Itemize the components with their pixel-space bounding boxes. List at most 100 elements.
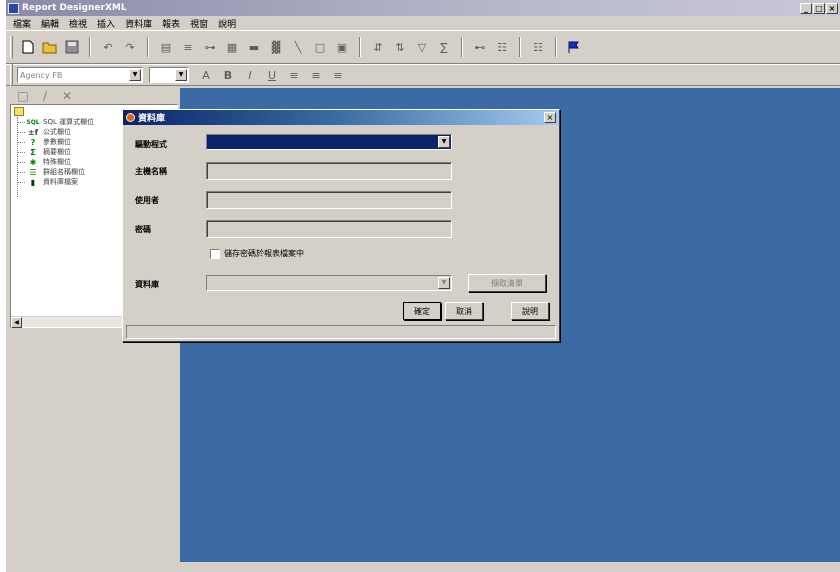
formula-icon[interactable]: ∑ [435, 38, 453, 56]
folder-icon[interactable] [14, 107, 24, 116]
toolbar-separator [89, 37, 91, 57]
insert-chart-icon[interactable]: ▓ [267, 38, 285, 56]
host-label: 主機名稱 [135, 167, 167, 176]
checkbox-box[interactable] [210, 248, 220, 259]
insert-group-icon[interactable]: ⊶ [201, 38, 219, 56]
toolbar-separator [147, 37, 149, 57]
menu-file[interactable]: 檔案 [8, 17, 36, 30]
app-icon [8, 2, 19, 14]
database-icon: ▮ [30, 177, 36, 187]
password-field[interactable] [206, 220, 452, 238]
font-color-icon[interactable]: A [197, 66, 215, 84]
filter-icon[interactable]: ▽ [413, 38, 431, 56]
line-icon[interactable]: ╲ [289, 38, 307, 56]
user-field[interactable] [206, 191, 452, 209]
menu-database[interactable]: 資料庫 [120, 17, 157, 30]
new-field-icon[interactable]: □ [14, 87, 32, 105]
driver-label: 驅動程式 [135, 140, 167, 149]
toolbar-separator [461, 37, 463, 57]
toolbar-separator [359, 37, 361, 57]
underline-icon[interactable]: U [263, 66, 281, 84]
insert-table-icon[interactable]: ▦ [223, 38, 241, 56]
help-button[interactable]: 說明 [511, 302, 549, 320]
save-password-label: 儲存密碼於報表檔案中 [224, 249, 304, 258]
font-size-select[interactable]: ▼ [149, 67, 189, 83]
host-field[interactable] [206, 162, 452, 180]
align-left-icon[interactable]: ≡ [285, 66, 303, 84]
driver-select[interactable]: ▼ [206, 134, 452, 150]
tree-item-summary[interactable]: Σ 摘要欄位 [17, 147, 71, 157]
ok-button[interactable]: 確定 [403, 302, 441, 320]
formula-field-icon: ±f [27, 127, 39, 137]
redo-icon[interactable]: ↷ [121, 38, 139, 56]
tree-item-formula[interactable]: ±f 公式欄位 [17, 127, 71, 137]
toolbar-separator [555, 37, 557, 57]
new-icon[interactable] [19, 38, 37, 56]
format-toolbar: Agency FB ▼ ▼ A B I U ≡ ≡ ≡ [6, 64, 840, 86]
font-name-select[interactable]: Agency FB ▼ [17, 67, 143, 83]
menu-help[interactable]: 說明 [213, 17, 241, 30]
sort-desc-icon[interactable]: ⇅ [391, 38, 409, 56]
tree-item-label: 摘要欄位 [43, 148, 71, 156]
scroll-left-icon[interactable]: ◀ [11, 317, 22, 328]
menu-insert[interactable]: 插入 [92, 17, 120, 30]
preview-icon[interactable]: ☷ [529, 38, 547, 56]
tree-item-sql-expression[interactable]: SQL SQL 運算式欄位 [17, 117, 94, 127]
tree-item-parameter[interactable]: ? 參數欄位 [17, 137, 71, 147]
save-icon[interactable] [63, 38, 81, 56]
menu-edit[interactable]: 編輯 [36, 17, 64, 30]
tree-item-label: 參數欄位 [43, 138, 71, 146]
italic-icon[interactable]: I [241, 66, 259, 84]
image-icon[interactable]: ▣ [333, 38, 351, 56]
dialog-title-bar: 資料庫 [123, 110, 559, 125]
tree-item-special[interactable]: ✱ 特殊欄位 [17, 157, 71, 167]
password-label: 密碼 [135, 225, 151, 234]
sql-icon: SQL [26, 118, 40, 126]
tree-item-group-name[interactable]: ☰ 群組名稱欄位 [17, 167, 85, 177]
hierarchy-icon[interactable]: ☷ [493, 38, 511, 56]
title-bar: Report DesignerXML _ □ × [6, 0, 840, 16]
chevron-down-icon[interactable]: ▼ [129, 69, 141, 81]
insert-bar-icon[interactable]: ▬ [245, 38, 263, 56]
insert-field-icon[interactable]: ≡ [179, 38, 197, 56]
tree-item-label: 資料庫檔案 [43, 178, 78, 186]
toolbar-grip[interactable] [10, 36, 13, 58]
chevron-down-icon[interactable]: ▼ [438, 136, 450, 148]
special-field-icon: ✱ [29, 157, 37, 167]
tree-item-database-file[interactable]: ▮ 資料庫檔案 [17, 177, 78, 187]
link-icon[interactable]: ⊷ [471, 38, 489, 56]
page-icon[interactable]: ▤ [157, 38, 175, 56]
sort-asc-icon[interactable]: ⇵ [369, 38, 387, 56]
menu-view[interactable]: 檢視 [64, 17, 92, 30]
dialog-close-button[interactable]: × [544, 112, 556, 123]
edit-field-icon[interactable]: ∕ [36, 87, 54, 105]
menu-window[interactable]: 視窗 [185, 17, 213, 30]
menu-report[interactable]: 報表 [157, 17, 185, 30]
maximize-button[interactable]: □ [813, 2, 825, 14]
save-password-checkbox[interactable]: 儲存密碼於報表檔案中 [210, 248, 304, 259]
delete-field-icon[interactable]: ✕ [58, 87, 76, 105]
box-icon[interactable]: □ [311, 38, 329, 56]
minimize-button[interactable]: _ [800, 2, 812, 14]
database-select[interactable]: ▼ [206, 275, 452, 291]
align-center-icon[interactable]: ≡ [307, 66, 325, 84]
open-icon[interactable] [41, 38, 59, 56]
tree-item-label: 公式欄位 [43, 128, 71, 136]
tree-item-label: 特殊欄位 [43, 158, 71, 166]
group-name-icon: ☰ [29, 167, 37, 177]
dialog-app-icon [126, 113, 135, 122]
menu-bar: 檔案 編輯 檢視 插入 資料庫 報表 視窗 說明 [6, 16, 840, 30]
chevron-down-icon[interactable]: ▼ [438, 277, 450, 289]
align-right-icon[interactable]: ≡ [329, 66, 347, 84]
tree-item-label: SQL 運算式欄位 [43, 118, 95, 126]
status-bar [6, 562, 840, 572]
cancel-button[interactable]: 取消 [445, 302, 483, 320]
toolbar-grip[interactable] [10, 64, 13, 86]
bold-icon[interactable]: B [219, 66, 237, 84]
flag-icon[interactable] [565, 38, 583, 56]
close-button[interactable]: × [826, 2, 838, 14]
chevron-down-icon[interactable]: ▼ [175, 69, 187, 81]
undo-icon[interactable]: ↶ [99, 38, 117, 56]
list-tables-button[interactable]: 擷取清單 [468, 274, 546, 292]
user-label: 使用者 [135, 196, 159, 205]
